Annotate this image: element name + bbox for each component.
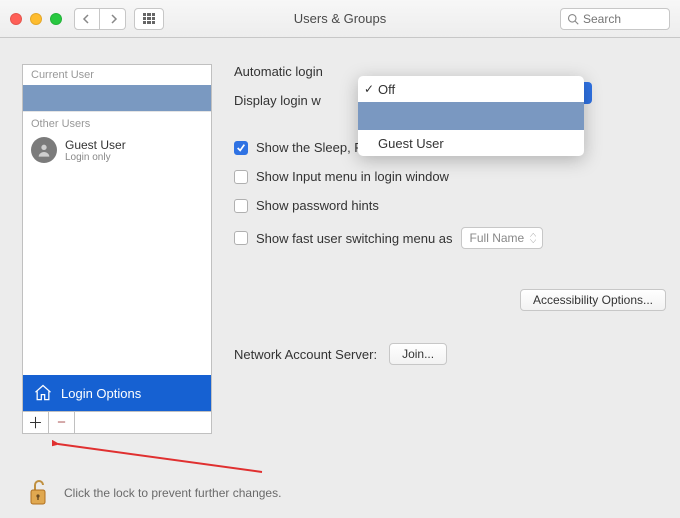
back-button[interactable]	[74, 8, 100, 30]
pw-hints-checkbox[interactable]	[234, 199, 248, 213]
traffic-lights	[10, 13, 62, 25]
guest-user-name: Guest User	[65, 138, 126, 152]
current-user-row[interactable]	[23, 85, 211, 111]
fast-switch-label: Show fast user switching menu as	[256, 231, 453, 246]
search-input[interactable]	[583, 12, 663, 26]
current-user-header: Current User	[23, 65, 211, 85]
search-icon	[567, 13, 579, 25]
login-options-label: Login Options	[61, 386, 141, 401]
remove-user-button[interactable]: −	[49, 412, 75, 433]
show-all-button[interactable]	[134, 8, 164, 30]
auto-login-label: Automatic login	[234, 64, 323, 79]
zoom-icon[interactable]	[50, 13, 62, 25]
accessibility-button[interactable]: Accessibility Options...	[520, 289, 666, 311]
nav-buttons	[74, 8, 126, 30]
login-options-row[interactable]: Login Options	[23, 375, 211, 411]
lock-footer: Click the lock to prevent further change…	[26, 478, 281, 508]
network-server-label: Network Account Server:	[234, 347, 377, 362]
dropdown-item-guest[interactable]: Guest User	[358, 130, 584, 156]
search-field[interactable]	[560, 8, 670, 30]
other-users-header: Other Users	[23, 111, 211, 133]
add-user-button[interactable]: ＋	[23, 412, 49, 433]
input-menu-label: Show Input menu in login window	[256, 169, 449, 184]
lock-icon[interactable]	[26, 478, 50, 508]
minimize-icon[interactable]	[30, 13, 42, 25]
titlebar: Users & Groups	[0, 0, 680, 38]
users-sidebar: Current User Other Users Guest User Logi…	[22, 64, 212, 434]
display-login-label: Display login w	[234, 93, 321, 108]
input-menu-checkbox[interactable]	[234, 170, 248, 184]
window-title: Users & Groups	[294, 11, 386, 26]
join-button[interactable]: Join...	[389, 343, 447, 365]
dropdown-item-hover[interactable]	[358, 102, 584, 130]
auto-login-dropdown[interactable]: Off Guest User	[358, 76, 584, 156]
sleep-checkbox[interactable]	[234, 141, 248, 155]
fast-switch-select[interactable]: Full Name	[461, 227, 544, 249]
grid-icon	[143, 13, 155, 25]
dropdown-item-off[interactable]: Off	[358, 76, 584, 102]
add-remove-bar: ＋ −	[23, 411, 211, 433]
home-icon	[33, 383, 53, 403]
guest-user-sub: Login only	[65, 152, 126, 163]
avatar-icon	[31, 137, 57, 163]
forward-button[interactable]	[100, 8, 126, 30]
guest-user-row[interactable]: Guest User Login only	[23, 133, 211, 167]
lock-text: Click the lock to prevent further change…	[64, 486, 281, 500]
pw-hints-label: Show password hints	[256, 198, 379, 213]
close-icon[interactable]	[10, 13, 22, 25]
fast-switch-checkbox[interactable]	[234, 231, 248, 245]
annotation-arrow	[52, 440, 272, 480]
